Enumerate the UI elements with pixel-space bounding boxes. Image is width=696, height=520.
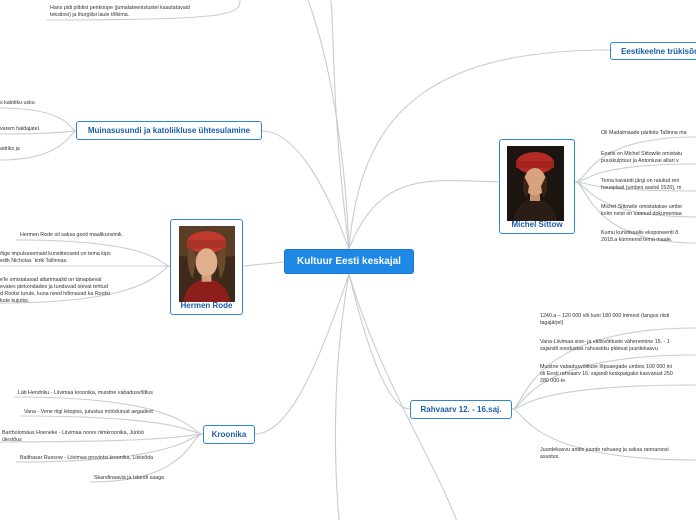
leaf-kroonika-5: Skandinaavia ja Islandi saaga — [94, 475, 165, 481]
leaf-kroonika-1: Läti Hendriku - Liivimaa kroonika, muist… — [18, 390, 153, 396]
central-topic[interactable]: Kultuur Eesti keskajal — [284, 249, 414, 274]
leaf-sittow-1: Oli Madalmaade päritolu Tallinna ma — [601, 130, 687, 136]
leaf-rahvaarv-2: Vana-Liivimaa sise- ja välisvõitluste vä… — [540, 339, 670, 352]
leaf-rode-2: õige impulsseemaid kunstiteoseid on tema… — [0, 251, 111, 264]
leaf-kroonika-2: Vana - Vene riigi letopiss, jutustus möö… — [24, 409, 153, 415]
node-kroonika[interactable]: Kroonika — [203, 425, 255, 444]
node-muinasusund-katoliiklus[interactable]: Muinasusundi ja katoliikluse ühtesulamin… — [76, 121, 262, 140]
leaf-sittow-2: Eestis on Michel Sittowile omistatu puusk… — [601, 151, 683, 164]
leaf-kroonika-4: Balthasar Russow - Liivimaa provintsi kr… — [20, 455, 154, 461]
leaf-rahvaarv-1: 1240.a – 120 000 või kuni 180 000 inimes… — [540, 313, 670, 326]
node-rahvaarv[interactable]: Rahvaarv 12. - 16.saj. — [410, 400, 512, 419]
leaf-rode-3: e'le omistatavad altarimaalid on tänapäe… — [0, 277, 110, 304]
leaf-rode-1: Hermen Rode oli saksa gooti maalikunstni… — [20, 232, 124, 238]
portrait-image — [179, 226, 235, 302]
card-caption: Hermen Rode — [180, 301, 233, 310]
leaf-rahvaarv-3: Muistne vabadusvõitluse lõpuaegade umbes… — [540, 364, 673, 384]
leaf-muinasusund-3: adriks ja — [0, 146, 20, 152]
leaf-rahvaarv-4: Juurdekasvu andis juurde rahuaeg ja saks… — [540, 447, 669, 460]
leaf-kroonika-3: Bartholomäus Hoeneke - Liivimaa noore ri… — [2, 430, 144, 443]
leaf-muinasusund-2: varem haldajatel. — [0, 126, 41, 132]
leaf-sittow-5: Kumu kunstisaalis eksponeeriti 8. 2018.a … — [601, 230, 680, 243]
node-eestikeelne-trukisona[interactable]: Eestikeelne trükisõn — [610, 42, 696, 60]
portrait-image — [507, 146, 564, 221]
leaf-top: Hans pidi piiblist perikoope (jumalateen… — [50, 5, 190, 18]
card-hermen-rode[interactable]: Hermen Rode — [170, 219, 243, 315]
card-michel-sittow[interactable]: Michel Sittow — [499, 139, 575, 234]
card-caption: Michel Sittow — [511, 220, 563, 229]
leaf-sittow-4: Michel Sittowile omistatakse umbe kolm ne… — [601, 204, 682, 217]
leaf-sittow-3: Tema kavandi järgi on raiutud ren hauapla… — [601, 178, 682, 191]
leaf-muinasusund-1: s katoliku usku — [0, 100, 35, 106]
